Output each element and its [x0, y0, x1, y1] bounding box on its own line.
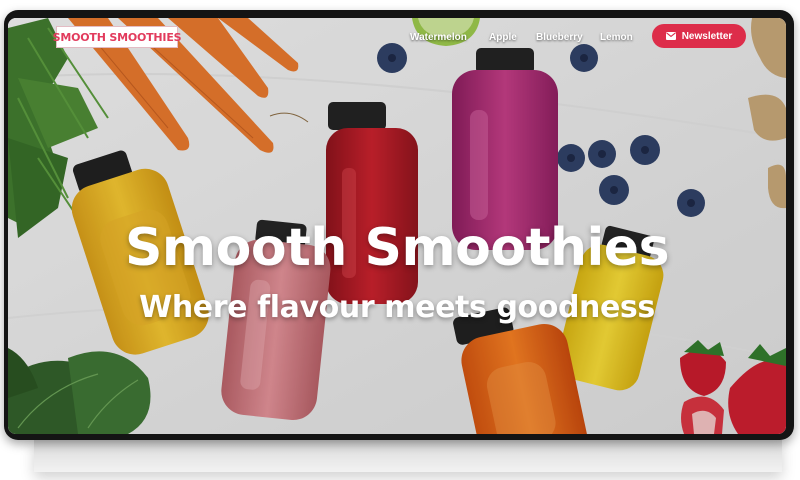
- nav-link-apple[interactable]: Apple: [489, 32, 517, 43]
- newsletter-button[interactable]: Newsletter: [652, 24, 746, 48]
- nav-link-lemon[interactable]: Lemon: [600, 32, 633, 43]
- device-shadow: [34, 436, 782, 472]
- nav-link-blueberry[interactable]: Blueberry: [536, 32, 583, 43]
- hero-subtitle: Where flavour meets goodness: [139, 290, 655, 325]
- envelope-icon: [665, 32, 676, 40]
- nav-link-watermelon[interactable]: Watermelon: [410, 32, 467, 43]
- newsletter-label: Newsletter: [681, 30, 733, 42]
- website-screen: SMOOTH SMOOTHIES Watermelon Apple Bluebe…: [8, 18, 786, 434]
- hero-title: Smooth Smoothies: [124, 218, 670, 278]
- site-logo[interactable]: SMOOTH SMOOTHIES: [53, 26, 182, 48]
